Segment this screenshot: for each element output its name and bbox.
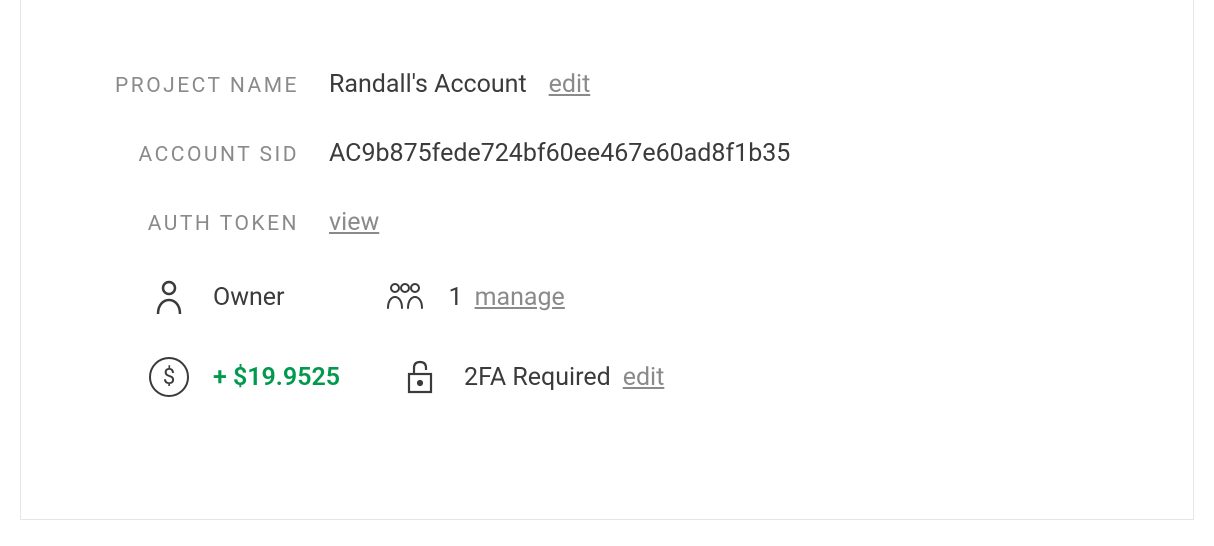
auth-token-label: AUTH TOKEN	[109, 212, 329, 236]
account-sid-value: AC9b875fede724bf60ee467e60ad8f1b35	[329, 139, 790, 168]
people-icon	[385, 277, 425, 317]
project-name-row: PROJECT NAME Randall's Account edit	[109, 70, 1193, 99]
security-status-value: 2FA Required	[464, 363, 611, 392]
edit-security-link[interactable]: edit	[623, 363, 665, 392]
meta-section-row2: $ + $19.9525 2FA Required edit	[149, 357, 1193, 437]
users-info: 1 manage	[385, 277, 565, 317]
project-name-label: PROJECT NAME	[109, 74, 329, 98]
users-count-value: 1	[449, 283, 463, 312]
balance-value: + $19.9525	[213, 363, 340, 392]
project-name-value: Randall's Account	[329, 70, 527, 99]
meta-section: Owner 1 manage	[149, 277, 1193, 357]
account-info-panel: PROJECT NAME Randall's Account edit ACCO…	[20, 0, 1194, 520]
auth-token-row: AUTH TOKEN view	[109, 208, 1193, 237]
owner-role-value: Owner	[213, 283, 285, 312]
account-sid-label: ACCOUNT SID	[109, 143, 329, 167]
view-auth-token-link[interactable]: view	[329, 208, 379, 237]
manage-users-link[interactable]: manage	[475, 283, 565, 312]
edit-project-name-link[interactable]: edit	[549, 70, 591, 99]
lock-icon	[400, 357, 440, 397]
owner-info: Owner	[149, 277, 285, 317]
account-sid-row: ACCOUNT SID AC9b875fede724bf60ee467e60ad…	[109, 139, 1193, 168]
security-info: 2FA Required edit	[400, 357, 664, 397]
balance-info: $ + $19.9525	[149, 357, 340, 397]
person-icon	[149, 277, 189, 317]
dollar-icon: $	[149, 357, 189, 397]
